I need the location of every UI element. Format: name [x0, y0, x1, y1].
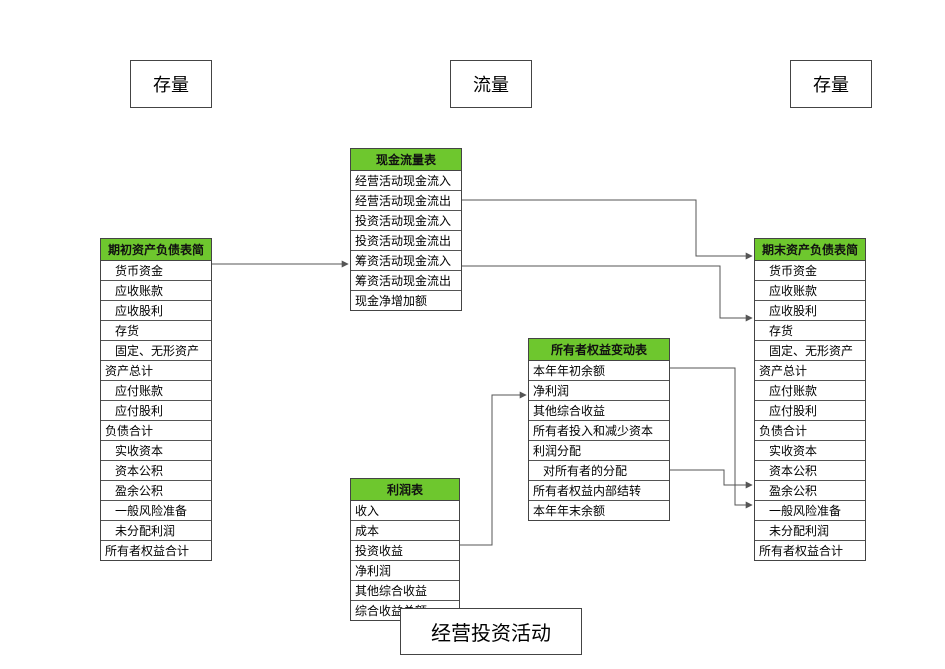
table-row: 应付账款	[755, 381, 865, 401]
table-header: 所有者权益变动表	[529, 339, 669, 361]
table-row: 本年年初余额	[529, 361, 669, 381]
table-row: 成本	[351, 521, 459, 541]
table-equity-change: 所有者权益变动表本年年初余额净利润其他综合收益所有者投入和减少资本利润分配对所有…	[528, 338, 670, 521]
table-row: 资本公积	[101, 461, 211, 481]
table-row: 应付股利	[101, 401, 211, 421]
table-row: 投资活动现金流入	[351, 211, 461, 231]
table-row: 一般风险准备	[755, 501, 865, 521]
table-ending-balance-sheet: 期末资产负债表简货币资金应收账款应收股利存货固定、无形资产资产总计应付账款应付股…	[754, 238, 866, 561]
table-row: 应收账款	[101, 281, 211, 301]
table-row: 应付股利	[755, 401, 865, 421]
table-row: 盈余公积	[101, 481, 211, 501]
label-stock-right: 存量	[790, 60, 872, 108]
table-row: 筹资活动现金流出	[351, 271, 461, 291]
table-row: 对所有者的分配	[529, 461, 669, 481]
table-cash-flow-statement: 现金流量表经营活动现金流入经营活动现金流出投资活动现金流入投资活动现金流出筹资活…	[350, 148, 462, 311]
table-row: 一般风险准备	[101, 501, 211, 521]
table-row: 存货	[101, 321, 211, 341]
table-initial-balance-sheet: 期初资产负债表简货币资金应收账款应收股利存货固定、无形资产资产总计应付账款应付股…	[100, 238, 212, 561]
table-row: 本年年末余额	[529, 501, 669, 520]
table-row: 存货	[755, 321, 865, 341]
table-row: 应收账款	[755, 281, 865, 301]
table-row: 其他综合收益	[351, 581, 459, 601]
table-row: 投资活动现金流出	[351, 231, 461, 251]
table-row: 负债合计	[101, 421, 211, 441]
table-row: 现金净增加额	[351, 291, 461, 310]
table-row: 盈余公积	[755, 481, 865, 501]
table-row: 应收股利	[101, 301, 211, 321]
label-stock-left: 存量	[130, 60, 212, 108]
table-income-statement: 利润表收入成本投资收益净利润其他综合收益综合收益总额	[350, 478, 460, 621]
table-row: 实收资本	[755, 441, 865, 461]
table-row: 固定、无形资产	[755, 341, 865, 361]
table-row: 净利润	[351, 561, 459, 581]
table-row: 实收资本	[101, 441, 211, 461]
table-row: 所有者权益合计	[755, 541, 865, 560]
table-header: 现金流量表	[351, 149, 461, 171]
table-row: 资产总计	[101, 361, 211, 381]
table-row: 净利润	[529, 381, 669, 401]
table-row: 应收股利	[755, 301, 865, 321]
table-row: 投资收益	[351, 541, 459, 561]
table-row: 资本公积	[755, 461, 865, 481]
table-header: 期末资产负债表简	[755, 239, 865, 261]
table-row: 收入	[351, 501, 459, 521]
table-header: 利润表	[351, 479, 459, 501]
table-header: 期初资产负债表简	[101, 239, 211, 261]
table-row: 经营活动现金流入	[351, 171, 461, 191]
table-row: 所有者权益合计	[101, 541, 211, 560]
label-operating-investing-activities: 经营投资活动	[400, 608, 582, 655]
table-row: 所有者投入和减少资本	[529, 421, 669, 441]
table-row: 利润分配	[529, 441, 669, 461]
table-row: 筹资活动现金流入	[351, 251, 461, 271]
table-row: 资产总计	[755, 361, 865, 381]
label-flow: 流量	[450, 60, 532, 108]
table-row: 未分配利润	[101, 521, 211, 541]
table-row: 货币资金	[101, 261, 211, 281]
table-row: 未分配利润	[755, 521, 865, 541]
table-row: 负债合计	[755, 421, 865, 441]
table-row: 其他综合收益	[529, 401, 669, 421]
table-row: 应付账款	[101, 381, 211, 401]
table-row: 固定、无形资产	[101, 341, 211, 361]
table-row: 货币资金	[755, 261, 865, 281]
table-row: 所有者权益内部结转	[529, 481, 669, 501]
table-row: 经营活动现金流出	[351, 191, 461, 211]
